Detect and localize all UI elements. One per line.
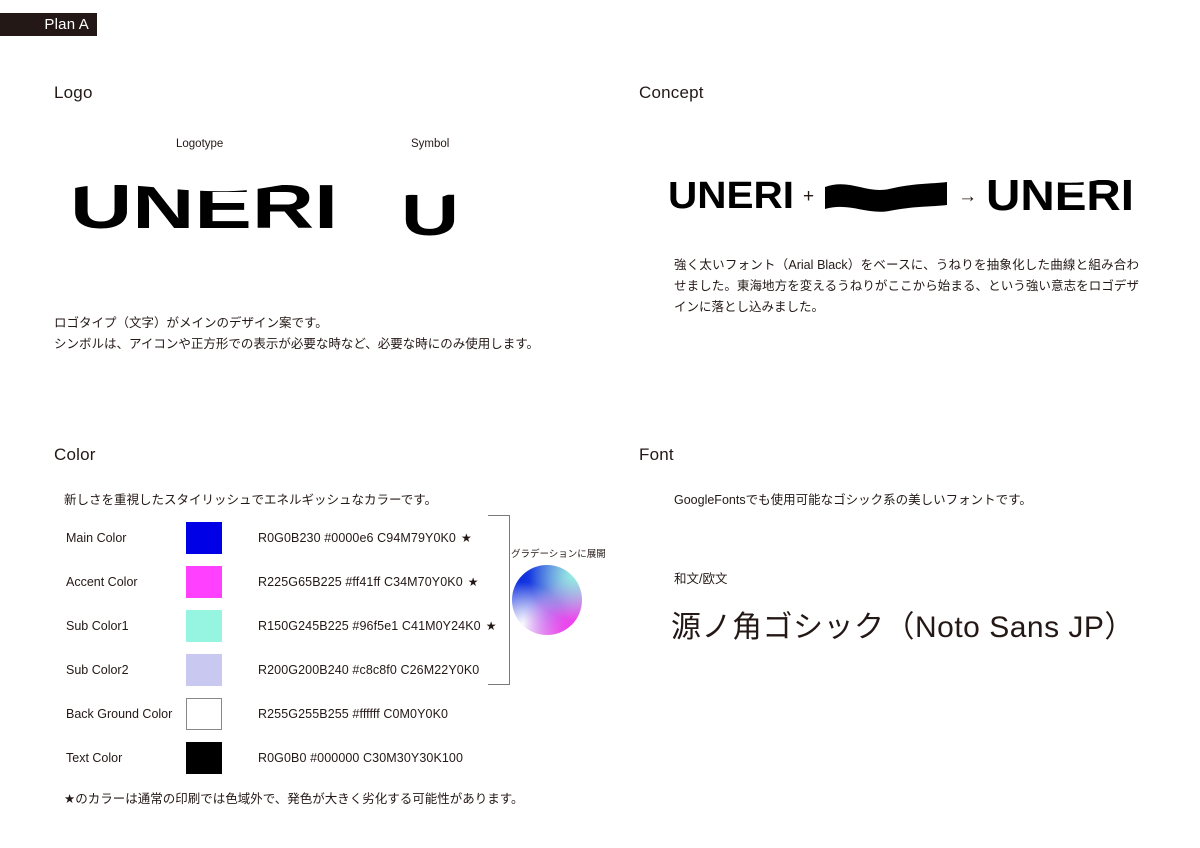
plus-operator: + [803, 185, 815, 207]
arrow-operator: → [958, 185, 978, 207]
color-row-label: Back Ground Color [66, 707, 173, 721]
logo-description: ロゴタイプ（文字）がメインのデザイン案です。 シンボルは、アイコンや正方形での表… [54, 313, 574, 355]
gradient-label: グラデーションに展開 [511, 549, 606, 560]
logotype-label: Logotype [176, 138, 224, 150]
color-row-values: R150G245B225 #96f5e1 C41M0Y24K0 ★ [258, 619, 497, 633]
concept-description: 強く太いフォント（Arial Black）をベースに、うねりを抽象化した曲線と組… [674, 258, 1139, 314]
color-values-text: R0G0B230 #0000e6 C94M79Y0K0 [258, 531, 456, 545]
color-row: Sub Color1 R150G245B225 #96f5e1 C41M0Y24K… [66, 604, 496, 648]
color-row: Text Color R0G0B0 #000000 C30M30Y30K100 [66, 736, 496, 780]
color-values-text: R255G255B255 #ffffff C0M0Y0K0 [258, 707, 449, 721]
logo-description-line-2: シンボルは、アイコンや正方形での表示が必要な時など、必要な時にのみ使用します。 [54, 337, 540, 351]
color-row-values: R255G255B255 #ffffff C0M0Y0K0 [258, 707, 448, 721]
gamut-warning-star-icon: ★ [467, 575, 479, 589]
color-values-text: R200G200B240 #c8c8f0 C26M22Y0K0 [258, 663, 480, 677]
gamut-warning-star-icon: ★ [460, 531, 472, 545]
symbol-artwork: U [401, 188, 459, 243]
symbol-label: Symbol [411, 138, 450, 150]
logo-description-line-1: ロゴタイプ（文字）がメインのデザイン案です。 [54, 316, 328, 330]
color-swatch [186, 742, 222, 774]
color-row: Main Color R0G0B230 #0000e6 C94M79Y0K0 ★ [66, 516, 496, 560]
font-intro-text: GoogleFontsでも使用可能なゴシック系の美しいフォントです。 [674, 493, 1032, 507]
gradient-circle [512, 565, 582, 635]
color-row-label: Text Color [66, 751, 123, 765]
concept-base-word: UNERI [668, 175, 794, 217]
font-sample-text: 源ノ角ゴシック（Noto Sans JP） [671, 611, 1135, 644]
color-row: Back Ground Color R255G255B255 #ffffff C0… [66, 692, 496, 736]
color-row-label: Main Color [66, 531, 127, 545]
color-values-text: R0G0B0 #000000 C30M30Y30K100 [258, 751, 464, 765]
logotype-artwork: UNERI [70, 175, 338, 242]
color-row-label: Accent Color [66, 575, 138, 589]
wave-bar-icon [825, 182, 948, 212]
concept-result-word-text: UNERI [986, 172, 1134, 220]
concept-base-word-text: UNERI [668, 175, 794, 217]
plan-badge: Plan A [0, 13, 97, 36]
section-heading-font: Font [639, 445, 674, 464]
color-swatch [186, 522, 222, 554]
color-row-values: R200G200B240 #c8c8f0 C26M22Y0K0 [258, 663, 479, 677]
section-heading-color: Color [54, 445, 96, 464]
color-row-label: Sub Color2 [66, 663, 129, 677]
symbol-text: U [401, 188, 459, 243]
color-row-label: Sub Color1 [66, 619, 129, 633]
section-heading-concept: Concept [639, 83, 704, 102]
gamut-bracket [488, 515, 510, 685]
font-subtitle: 和文/欧文 [674, 572, 728, 586]
color-row: Accent Color R225G65B225 #ff41ff C34M70Y0… [66, 560, 496, 604]
color-swatch [186, 654, 222, 686]
section-heading-logo: Logo [54, 83, 93, 102]
color-row-values: R225G65B225 #ff41ff C34M70Y0K0 ★ [258, 575, 479, 589]
color-row: Sub Color2 R200G200B240 #c8c8f0 C26M22Y0K… [66, 648, 496, 692]
color-row-values: R0G0B230 #0000e6 C94M79Y0K0 ★ [258, 531, 472, 545]
color-table: Main Color R0G0B230 #0000e6 C94M79Y0K0 ★ Ac… [66, 516, 496, 780]
color-swatch [186, 698, 222, 730]
color-intro-text: 新しさを重視したスタイリッシュでエネルギッシュなカラーです。 [64, 493, 438, 507]
color-values-text: R150G245B225 #96f5e1 C41M0Y24K0 [258, 619, 481, 633]
logo-sublabels: Logotype Symbol [54, 138, 574, 156]
concept-formula: UNERI + → UNERI [668, 166, 1138, 226]
color-swatch [186, 610, 222, 642]
concept-result-word: UNERI [986, 172, 1134, 220]
logotype-text: UNERI [70, 175, 338, 242]
color-values-text: R225G65B225 #ff41ff C34M70Y0K0 [258, 575, 463, 589]
color-row-values: R0G0B0 #000000 C30M30Y30K100 [258, 751, 463, 765]
color-swatch [186, 566, 222, 598]
color-footnote: ★のカラーは通常の印刷では色域外で、発色が大きく劣化する可能性があります。 [64, 792, 524, 806]
